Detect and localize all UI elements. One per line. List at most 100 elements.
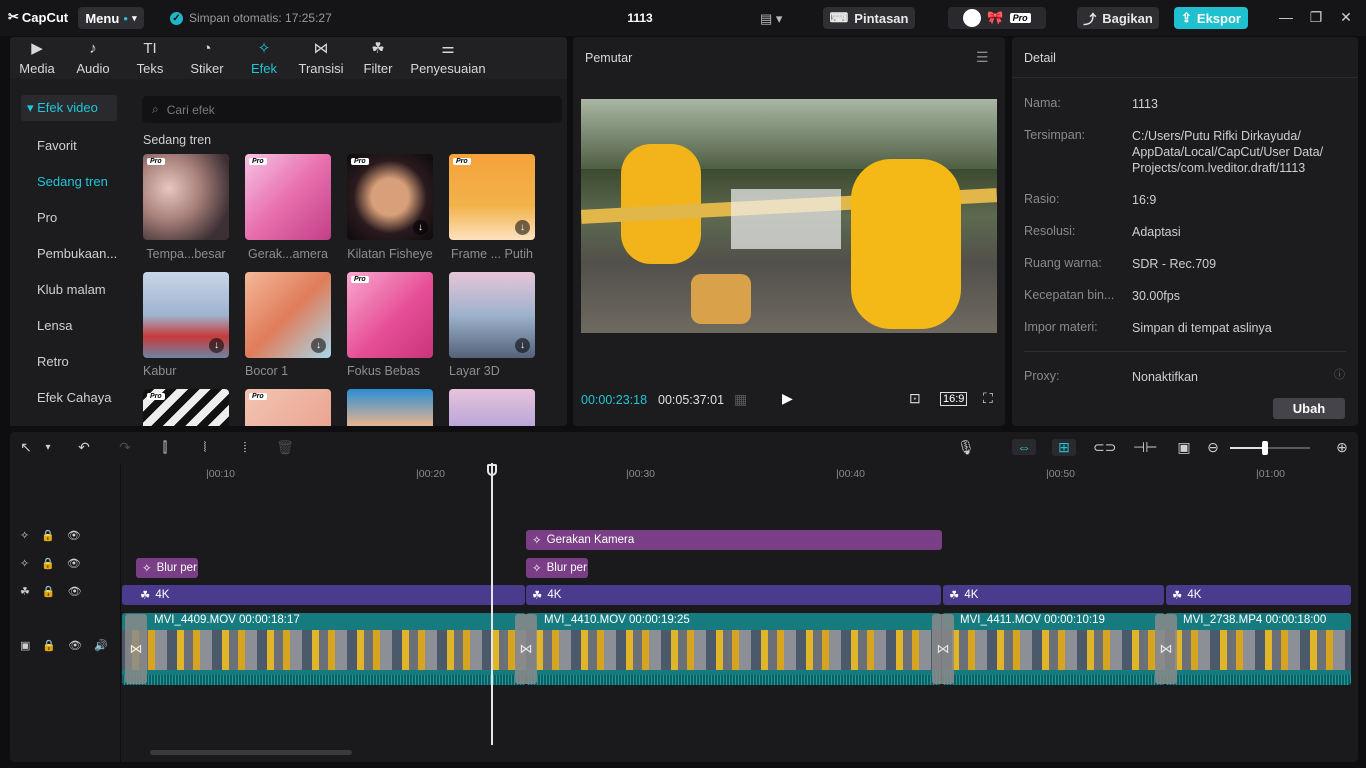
- pro-badge-group[interactable]: 🎀 Pro: [948, 7, 1046, 29]
- chevron-down-icon[interactable]: ▾: [38, 442, 58, 453]
- download-icon[interactable]: ↓: [413, 220, 428, 235]
- effect-thumb[interactable]: Pro ↓: [347, 154, 433, 240]
- auto-snap-icon[interactable]: ⊞: [1052, 439, 1076, 456]
- avatar[interactable]: [963, 9, 982, 27]
- redo-icon[interactable]: ↷: [115, 439, 135, 456]
- close-icon[interactable]: ✕: [1336, 9, 1356, 26]
- effect-thumb[interactable]: [449, 389, 535, 426]
- effect-clip[interactable]: ✧ Blur per: [136, 558, 198, 578]
- filter-clip[interactable]: ☘ 4K: [1166, 585, 1351, 605]
- preview-axis-icon[interactable]: ⊣⊢: [1133, 439, 1157, 456]
- filter-clip[interactable]: ☘ 4K: [943, 585, 1164, 605]
- share-button[interactable]: ⤴ Bagikan: [1077, 7, 1159, 29]
- search-input[interactable]: ⌕ Cari efek: [142, 96, 562, 123]
- edit-button[interactable]: Ubah: [1273, 398, 1345, 419]
- transition-icon[interactable]: ⋈: [1155, 614, 1177, 684]
- caption-icon[interactable]: ▣: [1174, 439, 1194, 456]
- time-ruler[interactable]: |00:10 |00:20 |00:30 |00:40 |00:50 |01:0…: [122, 466, 1358, 490]
- tab-media[interactable]: ▶ Media: [10, 37, 64, 79]
- eye-icon[interactable]: 👁: [68, 585, 82, 598]
- eye-icon[interactable]: 👁: [67, 529, 81, 542]
- link-icon[interactable]: ⊂⊃: [1093, 439, 1116, 456]
- eye-icon[interactable]: 👁: [68, 639, 82, 652]
- category-item[interactable]: Pembukaan...: [21, 241, 117, 267]
- category-item[interactable]: Klub malam: [21, 277, 117, 303]
- menu-icon[interactable]: ☰: [976, 49, 989, 66]
- transition-icon[interactable]: ⋈: [932, 614, 954, 684]
- shortcuts-button[interactable]: ⌨ Pintasan: [823, 7, 915, 29]
- video-clip[interactable]: MVI_4411.MOV 00:00:10:19: [942, 613, 1165, 685]
- filter-icon: ☘: [140, 590, 151, 602]
- category-item[interactable]: Pro: [21, 205, 117, 231]
- delete-icon[interactable]: 🗑: [275, 439, 295, 456]
- effect-thumb[interactable]: ↓: [143, 272, 229, 358]
- undo-icon[interactable]: ↶: [74, 439, 94, 456]
- download-icon[interactable]: ↓: [515, 220, 530, 235]
- trim-right-icon[interactable]: ⦙: [235, 439, 255, 456]
- transition-icon[interactable]: ⋈: [125, 614, 147, 684]
- eye-icon[interactable]: 👁: [67, 557, 81, 570]
- effect-thumb[interactable]: Pro: [245, 389, 331, 426]
- effect-thumb[interactable]: Pro: [245, 154, 331, 240]
- zoom-out-icon[interactable]: ⊖: [1203, 439, 1223, 456]
- effect-thumb[interactable]: Pro: [347, 272, 433, 358]
- trim-left-icon[interactable]: ⦚: [195, 439, 215, 456]
- effect-clip[interactable]: ✧ Gerakan Kamera: [526, 530, 942, 550]
- audio-icon[interactable]: 🔊: [94, 639, 108, 652]
- player-title: Pemutar: [585, 51, 633, 65]
- lock-icon[interactable]: 🔒: [42, 585, 56, 598]
- download-icon[interactable]: ↓: [311, 338, 326, 353]
- video-clip[interactable]: MVI_4409.MOV 00:00:18:17: [122, 613, 526, 685]
- split-icon[interactable]: ⫿: [155, 439, 175, 456]
- lock-icon[interactable]: 🔒: [41, 529, 55, 542]
- effect-thumb[interactable]: ↓: [245, 272, 331, 358]
- tab-filter[interactable]: ☘ Filter: [350, 37, 406, 79]
- grid-icon[interactable]: ▦: [734, 391, 747, 408]
- magnet-icon[interactable]: ⇔: [1012, 439, 1036, 455]
- transition-icon[interactable]: ⋈: [515, 614, 537, 684]
- lock-icon[interactable]: 🔒: [42, 639, 56, 652]
- download-icon[interactable]: ↓: [515, 338, 530, 353]
- layout-icon[interactable]: ▤ ▾: [760, 11, 782, 27]
- video-clip[interactable]: MVI_4410.MOV 00:00:19:25: [526, 613, 941, 685]
- category-item[interactable]: Lensa: [21, 313, 117, 339]
- ratio-button[interactable]: 16:9: [940, 392, 968, 406]
- tab-text[interactable]: TI Teks: [122, 37, 178, 79]
- category-item[interactable]: Favorit: [21, 133, 117, 159]
- playhead[interactable]: [491, 463, 493, 745]
- select-tool-icon[interactable]: ↖: [16, 439, 36, 456]
- info-icon[interactable]: ⓘ: [1334, 366, 1345, 382]
- playhead-handle[interactable]: [487, 464, 497, 476]
- effect-thumb[interactable]: [347, 389, 433, 426]
- effect-thumb[interactable]: Pro: [143, 154, 229, 240]
- crop-zoom-icon[interactable]: ⊡: [909, 390, 921, 407]
- category-item[interactable]: Efek Cahaya: [21, 385, 117, 411]
- tab-transitions[interactable]: ⋈ Transisi: [292, 37, 350, 79]
- download-icon[interactable]: ↓: [209, 338, 224, 353]
- category-item[interactable]: Retro: [21, 349, 117, 375]
- tab-effects[interactable]: ✧ Efek: [236, 37, 292, 79]
- effect-thumb[interactable]: Pro ↓: [449, 154, 535, 240]
- effect-thumb[interactable]: Pro: [143, 389, 229, 426]
- microphone-icon[interactable]: 🎙: [956, 439, 976, 456]
- fullscreen-icon[interactable]: ⛶: [983, 390, 993, 407]
- filter-clip[interactable]: ☘ 4K: [526, 585, 941, 605]
- video-clip[interactable]: MVI_2738.MP4 00:00:18:00: [1165, 613, 1351, 685]
- play-icon[interactable]: ▶: [782, 390, 793, 407]
- zoom-in-icon[interactable]: ⊕: [1332, 439, 1352, 456]
- horizontal-scrollbar[interactable]: [150, 750, 352, 755]
- zoom-slider-handle[interactable]: [1262, 441, 1268, 455]
- effect-clip[interactable]: ✧ Blur per: [526, 558, 588, 578]
- export-button[interactable]: ⇪ Ekspor: [1174, 7, 1248, 29]
- menu-button[interactable]: Menu ● ▾: [78, 7, 144, 29]
- category-root[interactable]: ▾ Efek video: [21, 95, 117, 121]
- minimize-icon[interactable]: —: [1276, 9, 1296, 25]
- filter-clip[interactable]: ☘ 4K: [122, 585, 525, 605]
- lock-icon[interactable]: 🔒: [41, 557, 55, 570]
- tab-sticker[interactable]: ◔ Stiker: [178, 37, 236, 79]
- category-item[interactable]: Sedang tren: [21, 169, 117, 195]
- effect-thumb[interactable]: ↓: [449, 272, 535, 358]
- restore-icon[interactable]: ❐: [1306, 9, 1326, 26]
- tab-audio[interactable]: ♪ Audio: [64, 37, 122, 79]
- tab-adjustment[interactable]: ⚌ Penyesuaian: [406, 37, 490, 79]
